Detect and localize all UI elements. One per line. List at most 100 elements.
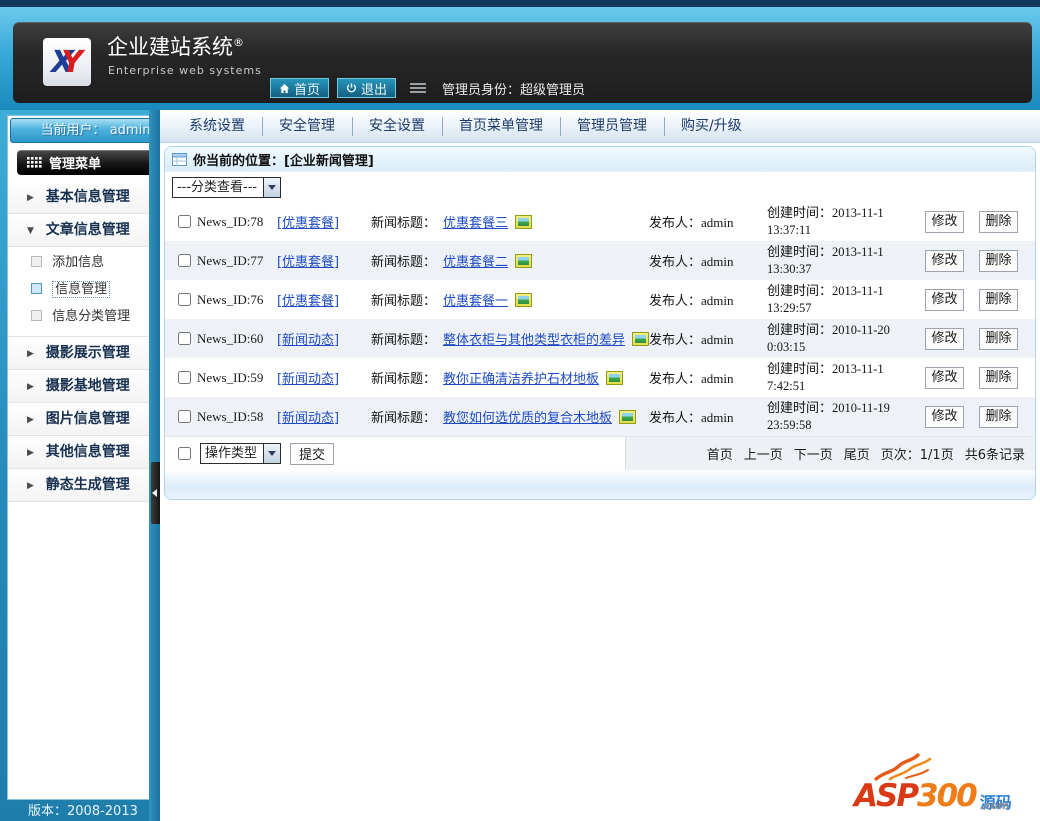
author-value: admin: [701, 410, 734, 425]
author-value: admin: [701, 332, 734, 347]
news-title-link[interactable]: 教您如何选优质的复合木地板: [443, 407, 612, 426]
news-title-link[interactable]: 优惠套餐二: [443, 251, 508, 270]
edit-button[interactable]: 修改: [925, 250, 964, 272]
news-title-link[interactable]: 整体衣柜与其他类型衣柜的差异: [443, 329, 625, 348]
category-link[interactable]: [优惠套餐]: [277, 216, 339, 231]
home-icon: [279, 83, 290, 94]
created-label: 创建时间：: [767, 362, 832, 377]
power-icon: [346, 83, 357, 94]
row-checkbox[interactable]: [178, 410, 191, 423]
row-checkbox[interactable]: [178, 254, 191, 267]
menu-item-system-settings[interactable]: 系统设置: [172, 110, 262, 143]
created-cell: 创建时间：2013-11-1 13:30:37: [767, 244, 925, 277]
title-cell: 新闻标题： 教您如何选优质的复合木地板: [371, 407, 649, 426]
created-label: 创建时间：: [767, 401, 832, 416]
created-date: 2010-11-19: [832, 401, 890, 415]
news-title-link[interactable]: 优惠套餐一: [443, 290, 508, 309]
row-checkbox[interactable]: [178, 215, 191, 228]
delete-button[interactable]: 删除: [979, 211, 1018, 233]
actions-cell: 修改 删除: [925, 250, 1035, 272]
created-cell: 创建时间：2013-11-1 13:37:11: [767, 205, 925, 238]
menu-item-home-menu-manage[interactable]: 首页菜单管理: [442, 110, 560, 143]
home-button[interactable]: 首页: [270, 78, 329, 98]
edit-button[interactable]: 修改: [925, 289, 964, 311]
created-label: 创建时间：: [767, 323, 832, 338]
news-title-link[interactable]: 优惠套餐三: [443, 212, 508, 231]
menu-item-security-settings[interactable]: 安全设置: [352, 110, 442, 143]
edit-button[interactable]: 修改: [925, 328, 964, 350]
page-next-link[interactable]: 下一页: [794, 444, 833, 463]
created-time: 23:59:58: [767, 418, 811, 432]
row-checkbox-cell: [165, 410, 197, 423]
author-cell: 发布人：admin: [649, 212, 767, 231]
sidebar-divider: [149, 110, 160, 821]
select-all-checkbox[interactable]: [178, 447, 191, 460]
flame-icon: [872, 753, 942, 781]
delete-button[interactable]: 删除: [979, 250, 1018, 272]
row-checkbox[interactable]: [178, 293, 191, 306]
category-filter-select[interactable]: ---分类查看---: [172, 177, 281, 198]
submit-button[interactable]: 提交: [290, 443, 334, 465]
created-date: 2013-11-1: [832, 362, 884, 376]
category-cell: [新闻动态]: [277, 368, 371, 387]
created-label: 创建时间：: [767, 284, 832, 299]
image-icon: [632, 332, 649, 346]
row-checkbox[interactable]: [178, 332, 191, 345]
page-prev-link[interactable]: 上一页: [744, 444, 783, 463]
created-cell: 创建时间：2010-11-20 0:03:15: [767, 322, 925, 355]
location-grid-icon: [172, 153, 187, 166]
author-label: 发布人：: [649, 294, 701, 309]
admin-menu-label: 管理菜单: [49, 153, 101, 172]
delete-button[interactable]: 删除: [979, 367, 1018, 389]
page-first-link[interactable]: 首页: [707, 444, 733, 463]
menu-item-buy-upgrade[interactable]: 购买/升级: [664, 110, 759, 143]
author-label: 发布人：: [649, 372, 701, 387]
delete-button[interactable]: 删除: [979, 328, 1018, 350]
row-checkbox-cell: [165, 293, 197, 306]
chevron-right-icon: ▶: [27, 481, 34, 491]
delete-button[interactable]: 删除: [979, 289, 1018, 311]
action-type-select[interactable]: 操作类型: [200, 443, 281, 464]
delete-button[interactable]: 删除: [979, 406, 1018, 428]
edit-button[interactable]: 修改: [925, 211, 964, 233]
category-link[interactable]: [新闻动态]: [277, 411, 339, 426]
chevron-right-icon: ▶: [27, 448, 34, 458]
author-value: admin: [701, 293, 734, 308]
select-arrow-icon: [263, 444, 280, 463]
news-title-link[interactable]: 教你正确清洁养护石材地板: [443, 368, 599, 387]
created-cell: 创建时间：2013-11-1 7:42:51: [767, 361, 925, 394]
edit-button[interactable]: 修改: [925, 367, 964, 389]
batch-row: 操作类型 提交 首页 上一页 下一页 尾页 页次：1/1页 共6条记录: [165, 436, 1035, 470]
menu-item-admin-manage[interactable]: 管理员管理: [560, 110, 664, 143]
author-value: admin: [701, 254, 734, 269]
row-checkbox[interactable]: [178, 371, 191, 384]
created-date: 2013-11-1: [832, 206, 884, 220]
logout-button[interactable]: 退出: [337, 78, 396, 98]
category-link[interactable]: [优惠套餐]: [277, 294, 339, 309]
category-link[interactable]: [优惠套餐]: [277, 255, 339, 270]
category-link[interactable]: [新闻动态]: [277, 333, 339, 348]
created-cell: 创建时间：2013-11-1 13:29:57: [767, 283, 925, 316]
category-link[interactable]: [新闻动态]: [277, 372, 339, 387]
menu-item-security-manage[interactable]: 安全管理: [262, 110, 352, 143]
author-cell: 发布人：admin: [649, 290, 767, 309]
bullet-square-icon: [31, 256, 42, 267]
page-last-link[interactable]: 尾页: [844, 444, 870, 463]
chevron-right-icon: ▶: [27, 349, 34, 359]
author-label: 发布人：: [649, 255, 701, 270]
created-cell: 创建时间：2010-11-19 23:59:58: [767, 400, 925, 433]
action-type-value: 操作类型: [201, 444, 263, 463]
created-time: 13:30:37: [767, 262, 811, 276]
filter-row: ---分类查看---: [165, 172, 1035, 202]
content-wrap: 你当前的位置：[企业新闻管理] ---分类查看--- New: [160, 143, 1040, 821]
header: X Y 企业建站系统® Enterprise web systems 首页 退出…: [0, 7, 1040, 110]
news-id: News_ID:58: [197, 409, 277, 425]
created-date: 2013-11-1: [832, 245, 884, 259]
author-cell: 发布人：admin: [649, 329, 767, 348]
row-checkbox-cell: [165, 254, 197, 267]
news-id: News_ID:78: [197, 214, 277, 230]
category-cell: [优惠套餐]: [277, 290, 371, 309]
edit-button[interactable]: 修改: [925, 406, 964, 428]
table-row: News_ID:58 [新闻动态] 新闻标题： 教您如何选优质的复合木地板 发布…: [165, 397, 1035, 436]
author-value: admin: [701, 371, 734, 386]
